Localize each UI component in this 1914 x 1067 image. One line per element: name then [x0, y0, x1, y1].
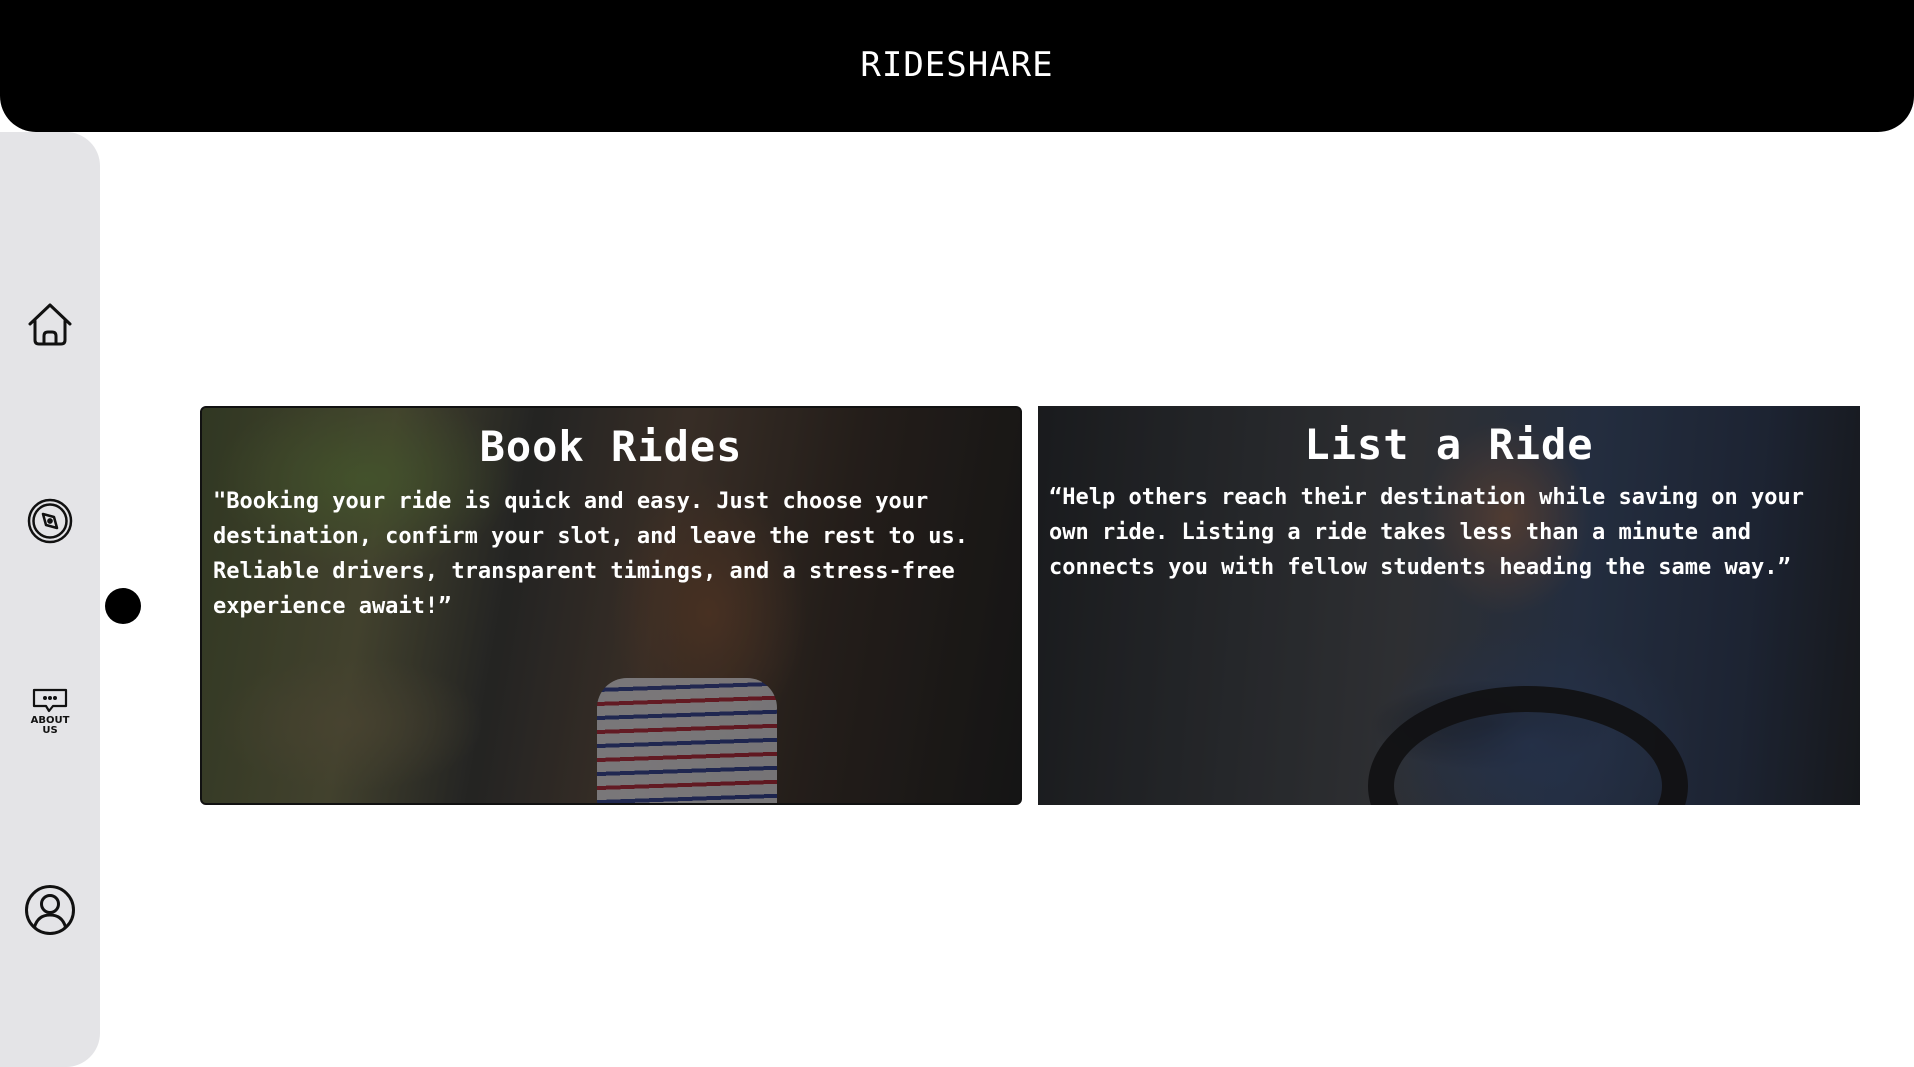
user-icon [25, 885, 75, 935]
app-header: RIDESHARE [0, 0, 1914, 132]
chat-icon [32, 688, 68, 713]
compass-icon [27, 498, 73, 544]
sidebar-item-explore[interactable] [27, 498, 73, 544]
sidebar-item-about[interactable]: ABOUT US [28, 688, 72, 736]
card-title: Book Rides [479, 422, 743, 471]
home-icon [28, 303, 72, 346]
book-rides-card[interactable]: Book Rides "Booking your ride is quick a… [200, 406, 1022, 805]
about-us-label: ABOUT US [30, 715, 70, 736]
card-content: Book Rides "Booking your ride is quick a… [202, 408, 1020, 803]
list-a-ride-card[interactable]: List a Ride “Help others reach their des… [1038, 406, 1860, 805]
sidebar: ABOUT US [0, 132, 100, 1067]
sidebar-item-home[interactable] [26, 300, 74, 348]
card-content: List a Ride “Help others reach their des… [1038, 406, 1860, 805]
app-title: RIDESHARE [860, 45, 1054, 85]
sidebar-toggle-handle[interactable] [105, 588, 141, 624]
card-title: List a Ride [1304, 420, 1594, 469]
card-description: "Booking your ride is quick and easy. Ju… [213, 489, 968, 619]
sidebar-item-profile[interactable] [24, 884, 76, 936]
card-description: “Help others reach their destination whi… [1049, 485, 1804, 580]
